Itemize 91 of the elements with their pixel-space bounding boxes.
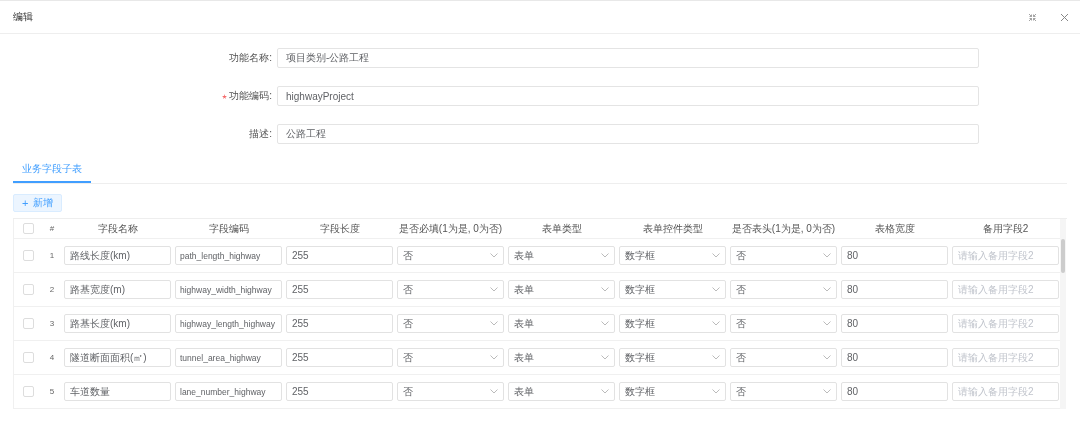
- select-field[interactable]: 否: [730, 246, 837, 265]
- input-field[interactable]: tunnel_area_highway: [175, 348, 282, 367]
- column-header: #: [49, 224, 55, 233]
- input-field[interactable]: 隧道断面面积(㎡): [64, 348, 171, 367]
- select-field[interactable]: 否: [397, 348, 504, 367]
- checkbox[interactable]: [22, 318, 34, 329]
- chevron-icon: [712, 253, 720, 258]
- chevron-icon: [712, 355, 720, 360]
- chevron-icon: [712, 389, 720, 394]
- chevron-icon: [601, 355, 609, 360]
- checkbox[interactable]: [22, 250, 34, 261]
- input-field[interactable]: 80: [841, 280, 948, 299]
- checkbox[interactable]: [22, 386, 34, 397]
- chevron-icon: [490, 355, 498, 360]
- column-header: 备用字段2: [982, 222, 1029, 234]
- chevron-icon: [823, 389, 831, 394]
- input-field[interactable]: 路基长度(km): [64, 314, 171, 333]
- chevron-icon: [490, 389, 498, 394]
- chevron-icon: [823, 321, 831, 326]
- select-field[interactable]: 否: [730, 382, 837, 401]
- row-number: 5: [49, 387, 55, 396]
- chevron-icon: [490, 321, 498, 326]
- input-field[interactable]: highway_length_highway: [175, 314, 282, 333]
- chevron-icon: [601, 253, 609, 258]
- row-number: 2: [49, 285, 55, 294]
- select-field[interactable]: 表单: [508, 314, 615, 333]
- input-field[interactable]: 80: [841, 314, 948, 333]
- window-title: 编辑: [13, 10, 33, 24]
- chevron-icon: [823, 355, 831, 360]
- chevron-icon: [601, 389, 609, 394]
- chevron-icon: [823, 253, 831, 258]
- column-header: 是否表头(1为是, 0为否): [731, 222, 836, 234]
- field-label: 描述:: [249, 128, 272, 139]
- input-field[interactable]: 255: [286, 280, 393, 299]
- field-label: 功能名称:: [229, 52, 272, 63]
- input-field[interactable]: 项目类别-公路工程: [277, 48, 979, 68]
- chevron-icon: [823, 287, 831, 292]
- select-field[interactable]: 表单: [508, 246, 615, 265]
- input-field[interactable]: 255: [286, 246, 393, 265]
- select-field[interactable]: 数字框: [619, 280, 726, 299]
- input-field[interactable]: 80: [841, 348, 948, 367]
- select-field[interactable]: 否: [397, 246, 504, 265]
- field-label: 功能编码:: [229, 90, 272, 101]
- input-field[interactable]: highwayProject: [277, 86, 979, 106]
- select-field[interactable]: 表单: [508, 348, 615, 367]
- column-header: 表格宽度: [874, 222, 915, 234]
- input-field[interactable]: lane_number_highway: [175, 382, 282, 401]
- input-field[interactable]: 车道数量: [64, 382, 171, 401]
- row-number: 3: [49, 319, 55, 328]
- input-field[interactable]: 路基宽度(m): [64, 280, 171, 299]
- column-header: 字段编码: [208, 222, 249, 234]
- chevron-icon: [712, 287, 720, 292]
- select-field[interactable]: 否: [397, 314, 504, 333]
- collapse-icon[interactable]: [1028, 12, 1037, 22]
- select-field[interactable]: 否: [730, 348, 837, 367]
- chevron-icon: [601, 321, 609, 326]
- select-field[interactable]: 否: [397, 280, 504, 299]
- input-field[interactable]: 80: [841, 246, 948, 265]
- checkbox[interactable]: [22, 352, 34, 363]
- chevron-icon: [490, 253, 498, 258]
- select-field[interactable]: 数字框: [619, 314, 726, 333]
- scrollbar-thumb[interactable]: [1061, 239, 1065, 273]
- column-header: 表单类型: [541, 222, 582, 234]
- chevron-icon: [601, 287, 609, 292]
- close-icon[interactable]: [1060, 12, 1069, 22]
- select-field[interactable]: 数字框: [619, 348, 726, 367]
- select-field[interactable]: 否: [397, 382, 504, 401]
- input-field[interactable]: 255: [286, 348, 393, 367]
- checkbox[interactable]: [22, 284, 34, 295]
- column-header: 字段名称: [97, 222, 138, 234]
- checkbox[interactable]: [22, 223, 34, 234]
- select-field[interactable]: 数字框: [619, 246, 726, 265]
- column-header: 是否必填(1为是, 0为否): [398, 222, 503, 234]
- row-number: 4: [49, 353, 55, 362]
- select-field[interactable]: 表单: [508, 382, 615, 401]
- row-number: 1: [49, 251, 55, 260]
- chevron-icon: [490, 287, 498, 292]
- select-field[interactable]: 否: [730, 280, 837, 299]
- input-field[interactable]: 80: [841, 382, 948, 401]
- input-field[interactable]: path_length_highway: [175, 246, 282, 265]
- column-header: 表单控件类型: [642, 222, 703, 234]
- input-field[interactable]: 路线长度(km): [64, 246, 171, 265]
- input-field[interactable]: highway_width_highway: [175, 280, 282, 299]
- input-field[interactable]: 255: [286, 314, 393, 333]
- chevron-icon: [712, 321, 720, 326]
- column-header: 字段长度: [319, 222, 360, 234]
- input-field[interactable]: 公路工程: [277, 124, 979, 144]
- input-field[interactable]: 255: [286, 382, 393, 401]
- select-field[interactable]: 表单: [508, 280, 615, 299]
- select-field[interactable]: 数字框: [619, 382, 726, 401]
- select-field[interactable]: 否: [730, 314, 837, 333]
